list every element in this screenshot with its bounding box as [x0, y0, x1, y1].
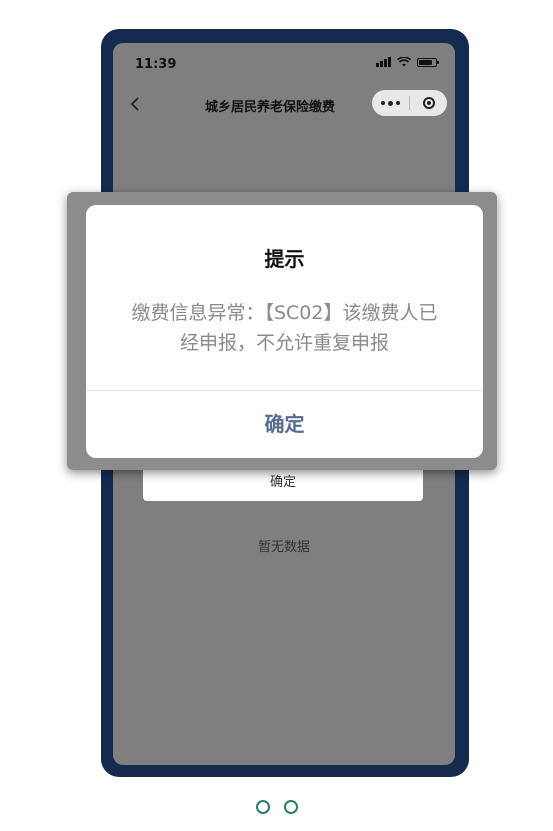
- carousel-dot[interactable]: [255, 800, 270, 814]
- dialog-confirm-button[interactable]: 确定: [86, 391, 483, 458]
- status-time: 11:39: [135, 57, 177, 72]
- empty-state-text: 暂无数据: [257, 540, 310, 555]
- carousel-indicator: [0, 800, 553, 814]
- dialog-message: 缴费信息异常：【SC02】该缴费人已经申报，不允许重复申报: [131, 302, 438, 354]
- mini-program-capsule: [372, 90, 447, 116]
- battery-icon: [417, 57, 439, 67]
- dialog-title: 提示: [264, 247, 305, 271]
- signal-icon: [376, 57, 391, 67]
- close-button[interactable]: [410, 97, 447, 109]
- back-button[interactable]: [125, 93, 147, 115]
- more-button[interactable]: [372, 100, 409, 106]
- chevron-left-icon: [130, 97, 139, 111]
- carousel-dot[interactable]: [283, 800, 298, 814]
- more-dots-icon: [381, 101, 385, 105]
- status-icons: [376, 57, 439, 67]
- mini-program-close-icon: [422, 97, 435, 109]
- page-title: 城乡居民养老保险缴费: [205, 100, 336, 115]
- alert-dialog: 提示 缴费信息异常：【SC02】该缴费人已经申报，不允许重复申报 确定: [86, 205, 483, 458]
- query-confirm-button[interactable]: 确定: [143, 465, 423, 501]
- wifi-icon: [397, 57, 411, 67]
